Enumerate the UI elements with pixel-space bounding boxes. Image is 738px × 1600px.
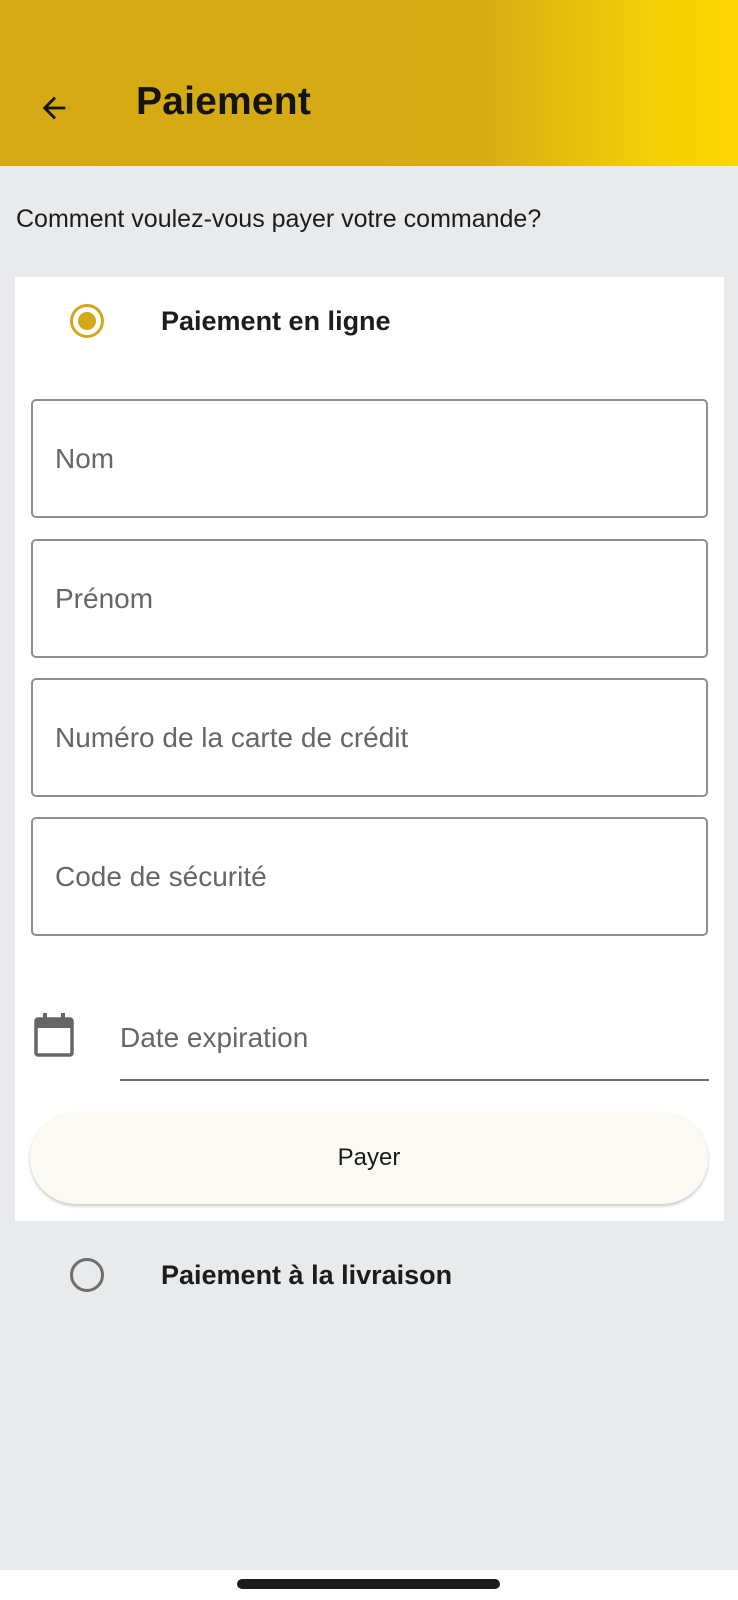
page-title: Paiement xyxy=(136,80,312,123)
radio-option-online[interactable]: Paiement en ligne xyxy=(70,304,391,338)
card-number-field[interactable] xyxy=(31,678,708,797)
radio-button-delivery[interactable] xyxy=(70,1258,104,1292)
back-button[interactable] xyxy=(28,82,80,134)
radio-button-online[interactable] xyxy=(70,304,104,338)
prenom-input[interactable] xyxy=(33,541,706,656)
expiration-date-input[interactable] xyxy=(120,1007,709,1081)
security-code-field[interactable] xyxy=(31,817,708,936)
app-bar: Paiement xyxy=(0,0,738,166)
security-code-input[interactable] xyxy=(33,819,706,934)
pay-button[interactable]: Payer xyxy=(30,1112,708,1204)
expiration-date-row[interactable] xyxy=(31,1007,709,1087)
nom-input[interactable] xyxy=(33,401,706,516)
radio-option-delivery[interactable]: Paiement à la livraison xyxy=(70,1258,452,1292)
radio-label-online: Paiement en ligne xyxy=(161,305,391,336)
home-indicator[interactable] xyxy=(237,1579,500,1589)
radio-selected-dot xyxy=(78,312,96,330)
arrow-left-icon xyxy=(42,96,66,120)
calendar-icon[interactable] xyxy=(34,1013,74,1057)
prenom-field[interactable] xyxy=(31,539,708,658)
radio-label-delivery: Paiement à la livraison xyxy=(161,1259,453,1290)
nom-field[interactable] xyxy=(31,399,708,518)
card-number-input[interactable] xyxy=(33,680,706,795)
online-payment-card: Paiement en ligne Payer xyxy=(15,277,724,1221)
payment-question: Comment voulez-vous payer votre commande… xyxy=(16,205,542,233)
